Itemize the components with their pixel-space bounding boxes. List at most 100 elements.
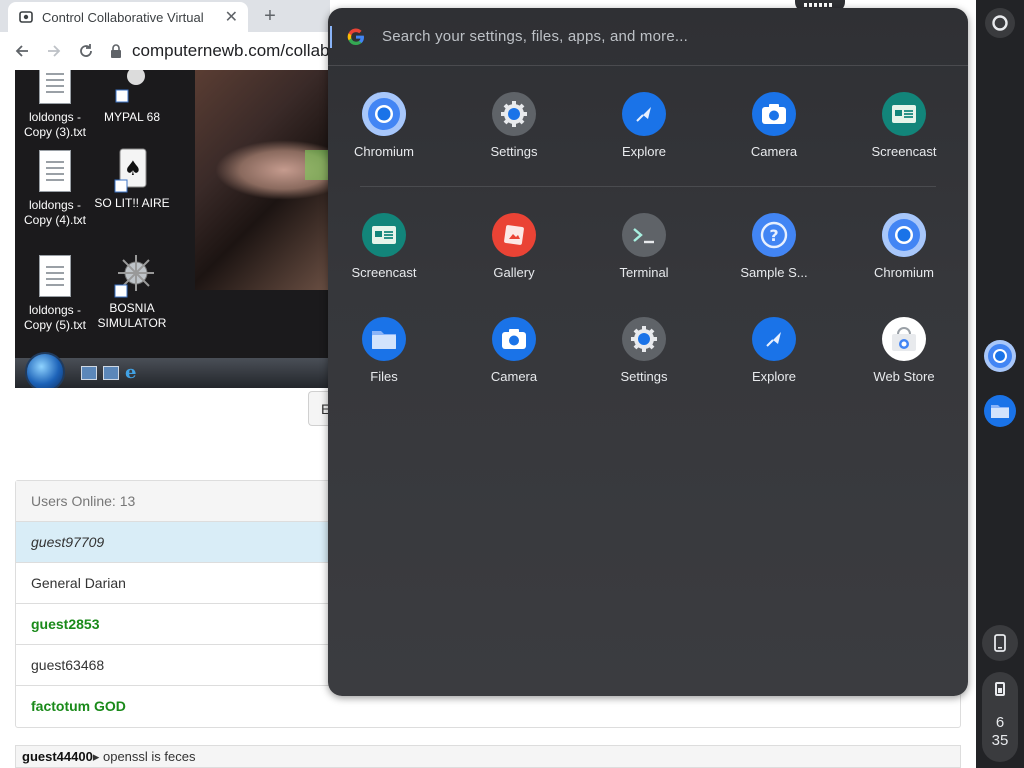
camera-icon [492, 317, 536, 361]
launcher-search-box[interactable]: Search your settings, files, apps, and m… [328, 8, 968, 66]
app-screencast[interactable]: Screencast [852, 92, 956, 159]
browser-toolbar: computernewb.com/collab [0, 32, 330, 70]
desktop-icon-label: loldongs - Copy (5).txt [23, 303, 86, 332]
files-icon[interactable] [984, 395, 1016, 427]
desktop-icon-solitaire[interactable]: ♠ SO LIT!! AIRE [92, 148, 172, 211]
screen: Control Collaborative Virtual ✕ + comput… [0, 0, 1024, 768]
tab-strip: Control Collaborative Virtual ✕ + [0, 0, 330, 32]
spiked-mine-icon [114, 253, 154, 298]
search-caret [330, 26, 332, 48]
desktop-icon-mypal[interactable]: MYPAL 68 [92, 70, 172, 125]
app-label: Web Store [873, 369, 935, 384]
gallery-icon [492, 213, 536, 257]
text-file-icon [37, 70, 73, 106]
app-label: Files [370, 369, 398, 384]
chat-username: guest44400 [22, 749, 93, 764]
app-label: Chromium [874, 265, 934, 280]
app-label: Settings [490, 144, 538, 159]
app-files[interactable]: Files [332, 317, 436, 384]
google-g-icon [346, 27, 366, 47]
camera-icon [752, 92, 796, 136]
url-text: computernewb.com/collab [132, 41, 330, 60]
show-desktop-icon[interactable] [81, 366, 97, 380]
desktop-icon-label: SO LIT!! AIRE [94, 196, 170, 210]
tab-close-icon[interactable]: ✕ [225, 7, 238, 27]
desktop-icon-label: BOSNIA SIMULATOR [97, 301, 167, 330]
desktop-icon-file[interactable]: loldongs - Copy (5).txt [15, 255, 95, 333]
app-label: Settings [620, 369, 668, 384]
mypal-icon [114, 70, 150, 106]
help-icon: ? [752, 213, 796, 257]
chromium-icon[interactable] [984, 340, 1016, 372]
browser-tab[interactable]: Control Collaborative Virtual ✕ [8, 2, 248, 32]
clock: 6 35 [982, 714, 1018, 750]
launcher-divider [360, 186, 936, 187]
svg-text:?: ? [769, 226, 778, 245]
switch-windows-icon[interactable] [103, 366, 119, 380]
desktop-icon-bosnia[interactable]: BOSNIA SIMULATOR [92, 253, 172, 331]
clock-hour: 6 [995, 714, 1005, 731]
app-chromium[interactable]: Chromium [852, 213, 956, 280]
app-label: Screencast [351, 265, 417, 280]
forward-icon[interactable] [40, 37, 68, 65]
playing-card-icon: ♠ [114, 148, 150, 193]
desktop-icon-label: loldongs - Copy (3).txt [23, 110, 86, 139]
launcher-button[interactable] [984, 7, 1016, 39]
start-orb-icon[interactable] [25, 352, 65, 388]
svg-text:♠: ♠ [124, 156, 142, 180]
app-label: Terminal [619, 265, 669, 280]
back-icon[interactable] [8, 37, 36, 65]
app-label: Camera [750, 144, 798, 159]
clock-minute: 35 [991, 732, 1009, 749]
app-chromium[interactable]: Chromium [332, 92, 436, 159]
app-camera[interactable]: Camera [722, 92, 826, 159]
app-explore[interactable]: Explore [592, 92, 696, 159]
app-camera[interactable]: Camera [462, 317, 566, 384]
settings-icon [492, 92, 536, 136]
chat-text: openssl is feces [102, 749, 196, 764]
vm-favicon-icon [18, 9, 34, 25]
app-label: Explore [621, 144, 667, 159]
status-area[interactable]: 6 35 [982, 672, 1018, 762]
app-launcher: Search your settings, files, apps, and m… [328, 8, 968, 696]
app-screencast[interactable]: Screencast [332, 213, 436, 280]
settings-icon [622, 317, 666, 361]
vm-screen[interactable]: loldongs - Copy (3).txt MYPAL 68 loldong… [15, 70, 330, 388]
explore-icon [622, 92, 666, 136]
chromium-icon [882, 213, 926, 257]
search-placeholder: Search your settings, files, apps, and m… [382, 28, 689, 45]
vm-wallpaper-keyboard-light [305, 150, 330, 180]
tab-title: Control Collaborative Virtual [42, 9, 204, 25]
text-file-icon [37, 255, 73, 299]
vm-taskbar: e [15, 352, 330, 388]
screencast-icon [882, 92, 926, 136]
internet-explorer-icon[interactable]: e [125, 362, 136, 383]
grip-dots-icon [804, 3, 834, 7]
app-settings[interactable]: Settings [592, 317, 696, 384]
app-gallery[interactable]: Gallery [462, 213, 566, 280]
terminal-icon [622, 213, 666, 257]
app-label: Explore [751, 369, 797, 384]
new-tab-icon[interactable]: + [258, 5, 282, 27]
app-label: Camera [490, 369, 538, 384]
app-label: Gallery [493, 265, 535, 280]
app-explore[interactable]: Explore [722, 317, 826, 384]
app-web-store[interactable]: Web Store [852, 317, 956, 384]
phone-hub-icon[interactable] [982, 625, 1018, 661]
app-label: Screencast [871, 144, 937, 159]
address-bar[interactable]: computernewb.com/collab [110, 41, 329, 61]
app-label: Sample S... [740, 265, 808, 280]
reload-icon[interactable] [72, 37, 100, 65]
desktop-icon-file[interactable]: loldongs - Copy (4).txt [15, 150, 95, 228]
page-button[interactable]: E [308, 391, 330, 426]
app-settings[interactable]: Settings [462, 92, 566, 159]
app-sample[interactable]: ? Sample S... [722, 213, 826, 280]
shelf: 6 35 [976, 0, 1024, 768]
screencast-icon [362, 213, 406, 257]
app-terminal[interactable]: Terminal [592, 213, 696, 280]
lock-icon [110, 44, 122, 58]
chromium-icon [362, 92, 406, 136]
desktop-icon-label: MYPAL 68 [103, 110, 161, 124]
desktop-icon-label: loldongs - Copy (4).txt [23, 198, 86, 227]
desktop-icon-file[interactable]: loldongs - Copy (3).txt [15, 70, 95, 140]
